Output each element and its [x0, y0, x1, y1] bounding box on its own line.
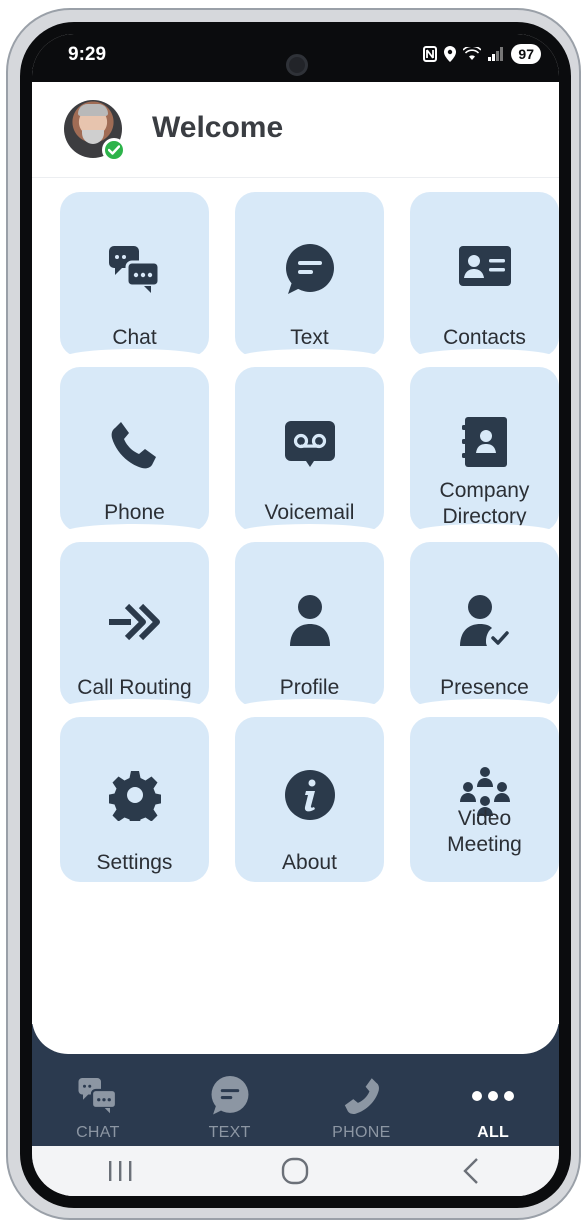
gear-icon: [108, 771, 161, 821]
tile-label: Settings: [96, 851, 173, 874]
tile-text[interactable]: Text: [235, 192, 384, 359]
phone-icon: [345, 1078, 380, 1114]
nav-label: ALL: [477, 1124, 510, 1141]
text-message-icon: [211, 1076, 249, 1115]
text-message-icon: [285, 244, 334, 294]
back-icon: [463, 1158, 478, 1184]
directory-book-icon: [461, 417, 507, 467]
nav-label: TEXT: [208, 1124, 251, 1141]
back-button[interactable]: [441, 1151, 501, 1191]
call-routing-icon: [108, 603, 160, 641]
chat-bubbles-icon: [78, 1078, 117, 1114]
tile-label: Presence: [440, 676, 529, 699]
info-icon: [284, 770, 335, 820]
voicemail-icon: [284, 421, 335, 467]
contact-card-icon: [458, 246, 511, 286]
tile-call-routing[interactable]: Call Routing: [60, 542, 209, 709]
tile-label: Phone: [104, 501, 165, 524]
recents-button[interactable]: [90, 1151, 150, 1191]
tile-label: Contacts: [443, 326, 526, 349]
battery-icon: 97: [511, 44, 541, 64]
home-icon: [282, 1157, 309, 1185]
location-icon: [444, 46, 457, 62]
tile-about[interactable]: About: [235, 717, 384, 882]
tile-settings[interactable]: Settings: [60, 717, 209, 882]
tile-video-meeting[interactable]: Video Meeting: [410, 717, 559, 882]
phone-bezel: 9:29 97 Welcome Chat Text Contacts Phone…: [20, 22, 571, 1208]
more-dots-icon: [472, 1091, 515, 1101]
avatar-beard: [82, 130, 104, 144]
tile-label: Video Meeting: [410, 806, 559, 858]
person-icon: [289, 595, 330, 646]
avatar-hair: [78, 104, 108, 116]
tile-label: Profile: [279, 676, 340, 699]
wifi-icon: [463, 47, 482, 60]
recents-icon: [108, 1161, 132, 1181]
app-screen: 9:29 97 Welcome Chat Text Contacts Phone…: [32, 34, 559, 1196]
tile-label-line1: Company: [439, 479, 530, 502]
tile-contacts[interactable]: Contacts: [410, 192, 559, 359]
nav-label: PHONE: [332, 1124, 391, 1141]
tile-label: Text: [290, 326, 329, 349]
page-title: Welcome: [152, 111, 284, 144]
tile-label-line2: Meeting: [447, 833, 522, 856]
home-button[interactable]: [265, 1151, 325, 1191]
phone-frame: 9:29 97 Welcome Chat Text Contacts Phone…: [6, 8, 581, 1220]
nfc-icon: [423, 46, 438, 62]
presence-status-badge: [102, 138, 126, 162]
tile-chat[interactable]: Chat: [60, 192, 209, 359]
front-camera: [286, 54, 308, 76]
tile-label: Chat: [112, 326, 157, 349]
feature-tile-grid: Chat Text Contacts Phone Voicemail Compa: [60, 192, 559, 882]
person-check-icon: [459, 595, 509, 646]
status-bar: 9:29 97: [32, 34, 559, 82]
tile-label-line2: Directory: [442, 505, 527, 528]
tile-profile[interactable]: Profile: [235, 542, 384, 709]
content-area-bottom: [32, 974, 559, 1054]
phone-icon: [111, 422, 156, 469]
check-icon: [108, 145, 120, 155]
tile-presence[interactable]: Presence: [410, 542, 559, 709]
signal-icon: [488, 47, 504, 61]
tile-label: Company Directory: [410, 478, 559, 530]
app-header: Welcome: [32, 82, 559, 178]
tile-voicemail[interactable]: Voicemail: [235, 367, 384, 534]
status-time: 9:29: [68, 44, 107, 65]
system-navigation-bar: [32, 1146, 559, 1196]
nav-label: CHAT: [76, 1124, 120, 1141]
tile-label: About: [282, 851, 337, 874]
tile-label-line1: Video: [457, 807, 512, 830]
tile-company-directory[interactable]: Company Directory: [410, 367, 559, 534]
status-icons: 97: [423, 44, 541, 64]
tile-phone[interactable]: Phone: [60, 367, 209, 534]
tile-label: Voicemail: [264, 501, 355, 524]
chat-bubbles-icon: [108, 246, 160, 293]
tile-label: Call Routing: [77, 676, 192, 699]
